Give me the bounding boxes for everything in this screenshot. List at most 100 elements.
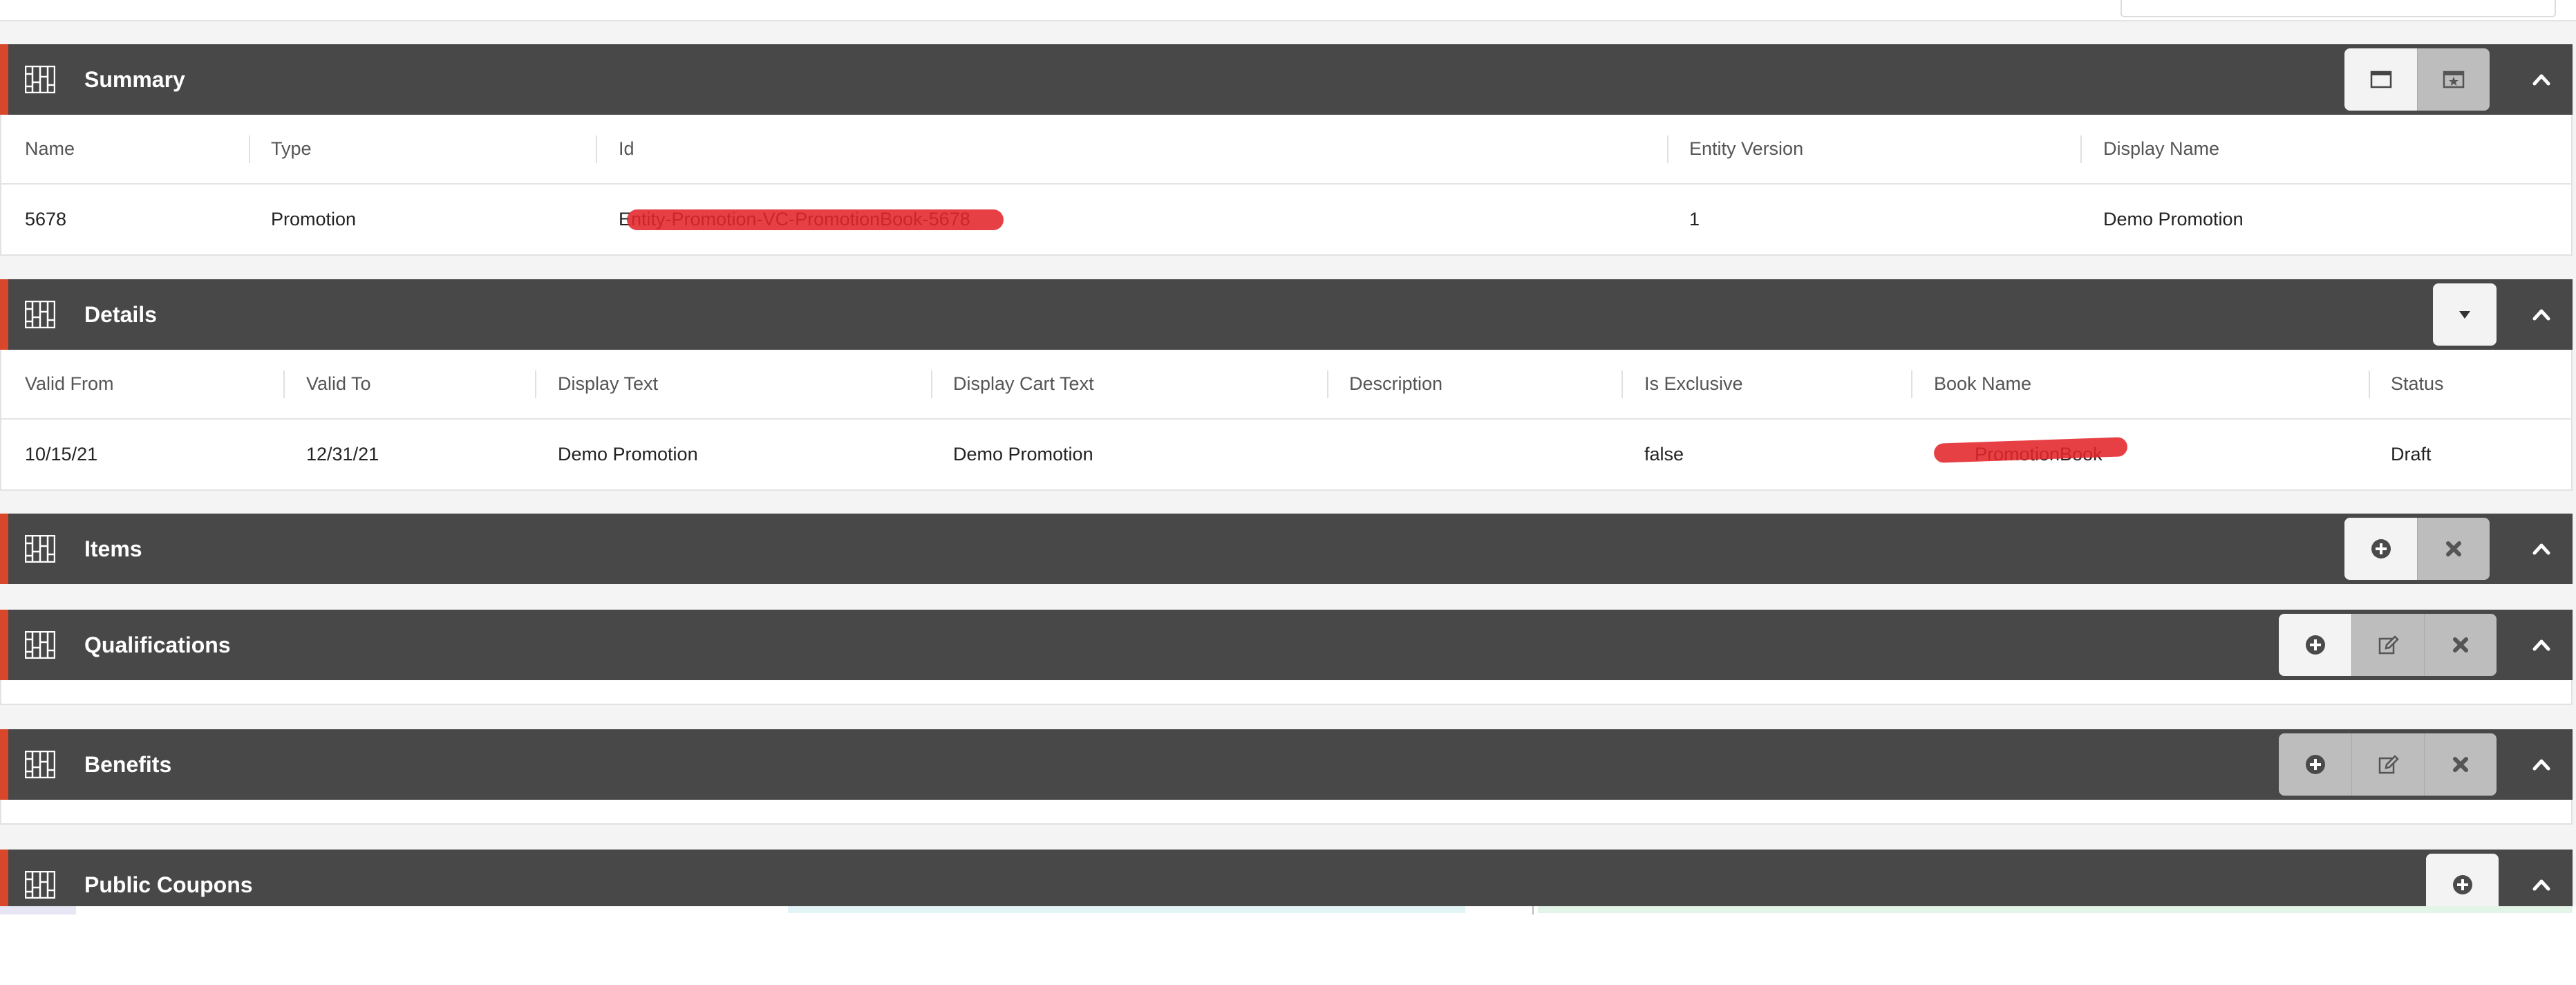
column-divider[interactable] xyxy=(1621,370,1623,398)
panel-title: Benefits xyxy=(84,752,172,777)
cell-type: Promotion xyxy=(271,209,357,229)
chevron-up-icon xyxy=(2531,538,2552,559)
cell-display-name: Demo Promotion xyxy=(2103,209,2244,229)
column-divider[interactable] xyxy=(931,370,932,398)
collapse-button[interactable] xyxy=(2524,62,2559,97)
details-panel: Details Valid From Valid To Display Text… xyxy=(0,279,2573,491)
column-header[interactable]: Display Text xyxy=(558,350,658,418)
add-button[interactable] xyxy=(2344,518,2417,580)
column-header[interactable]: Book Name xyxy=(1934,350,2031,418)
table-row[interactable]: 10/15/21 12/31/21 Demo Promotion Demo Pr… xyxy=(1,420,2571,489)
column-divider[interactable] xyxy=(535,370,536,398)
column-divider[interactable] xyxy=(283,370,285,398)
top-toolbar xyxy=(0,0,2576,21)
benefits-header: Benefits xyxy=(0,729,2573,800)
collapse-button[interactable] xyxy=(2524,532,2559,566)
column-header[interactable]: Name xyxy=(25,115,75,183)
column-header[interactable]: Entity Version xyxy=(1689,115,1803,183)
collapse-button[interactable] xyxy=(2524,867,2559,902)
details-header: Details xyxy=(0,279,2573,350)
plus-circle-icon xyxy=(2304,633,2327,657)
column-header[interactable]: Type xyxy=(271,115,312,183)
column-header[interactable]: Valid To xyxy=(306,350,371,418)
edit-button[interactable] xyxy=(2351,614,2424,676)
panel-title: Summary xyxy=(84,67,185,92)
benefits-body xyxy=(0,800,2573,825)
cell-display-cart-text: Demo Promotion xyxy=(953,444,1093,465)
plus-circle-icon xyxy=(2304,753,2327,776)
details-table: Valid From Valid To Display Text Display… xyxy=(0,350,2573,491)
summary-header: Summary xyxy=(0,44,2573,115)
qualifications-actions xyxy=(2279,614,2497,676)
column-divider[interactable] xyxy=(2369,370,2370,398)
column-header[interactable]: Display Cart Text xyxy=(953,350,1094,418)
table-header-row: Name Type Id Entity Version Display Name xyxy=(1,115,2571,185)
cell-entity-version: 1 xyxy=(1689,209,1700,229)
column-divider[interactable] xyxy=(1667,135,1668,163)
grid-icon xyxy=(25,535,55,563)
favorite-button[interactable] xyxy=(2417,48,2490,111)
chevron-up-icon xyxy=(2531,754,2552,775)
toolbar-dropdown[interactable] xyxy=(2121,0,2556,17)
cell-is-exclusive: false xyxy=(1644,444,1684,465)
collapse-button[interactable] xyxy=(2524,747,2559,782)
edit-icon xyxy=(2376,633,2400,657)
items-header: Items xyxy=(0,514,2573,584)
summary-actions xyxy=(2344,48,2490,111)
panel-title: Qualifications xyxy=(84,632,231,657)
delete-button[interactable] xyxy=(2424,733,2497,796)
cell-name: 5678 xyxy=(25,209,67,229)
chevron-up-icon xyxy=(2531,304,2552,325)
column-header[interactable]: Valid From xyxy=(25,350,114,418)
maximize-button[interactable] xyxy=(2344,48,2417,111)
column-divider[interactable] xyxy=(1327,370,1328,398)
column-divider[interactable] xyxy=(596,135,597,163)
cell-valid-to: 12/31/21 xyxy=(306,444,379,465)
dropdown-button[interactable] xyxy=(2433,283,2497,346)
collapse-button[interactable] xyxy=(2524,297,2559,332)
table-header-row: Valid From Valid To Display Text Display… xyxy=(1,350,2571,420)
items-panel: Items xyxy=(0,514,2573,584)
grid-icon xyxy=(25,751,55,778)
qualifications-body xyxy=(0,680,2573,705)
window-icon xyxy=(2369,68,2393,91)
bottom-bar xyxy=(0,906,2576,985)
column-divider[interactable] xyxy=(2080,135,2082,163)
redaction-mark xyxy=(627,209,1004,230)
plus-circle-icon xyxy=(2451,873,2474,897)
cell-valid-from: 10/15/21 xyxy=(25,444,98,465)
details-actions xyxy=(2433,283,2497,346)
bottom-segment xyxy=(0,906,76,914)
public-coupons-header: Public Coupons xyxy=(0,850,2573,906)
column-header[interactable]: Description xyxy=(1349,350,1442,418)
add-button[interactable] xyxy=(2426,854,2499,906)
bottom-divider xyxy=(1532,906,1534,914)
column-divider[interactable] xyxy=(249,135,250,163)
column-header[interactable]: Is Exclusive xyxy=(1644,350,1743,418)
x-icon xyxy=(2449,753,2472,776)
cell-display-text: Demo Promotion xyxy=(558,444,698,465)
bottom-segment xyxy=(788,906,1465,913)
qualifications-panel: Qualifications xyxy=(0,610,2573,705)
delete-button[interactable] xyxy=(2417,518,2490,580)
column-divider[interactable] xyxy=(1911,370,1912,398)
x-icon xyxy=(2442,537,2465,561)
public-coupons-panel: Public Coupons xyxy=(0,850,2573,906)
x-icon xyxy=(2449,633,2472,657)
add-button[interactable] xyxy=(2279,614,2351,676)
collapse-button[interactable] xyxy=(2524,628,2559,662)
grid-icon xyxy=(25,631,55,659)
column-header[interactable]: Status xyxy=(2391,350,2444,418)
column-header[interactable]: Id xyxy=(619,115,634,183)
edit-button[interactable] xyxy=(2351,733,2424,796)
table-row[interactable]: 5678 Promotion Entity-Promotion-VC-Promo… xyxy=(1,185,2571,254)
summary-panel: Summary Name Type Id Entity Version Disp… xyxy=(0,44,2573,256)
add-button[interactable] xyxy=(2279,733,2351,796)
delete-button[interactable] xyxy=(2424,614,2497,676)
column-header[interactable]: Display Name xyxy=(2103,115,2219,183)
public-coupons-actions xyxy=(2426,854,2499,906)
grid-icon xyxy=(25,871,55,899)
calendar-star-icon xyxy=(2442,68,2465,91)
grid-icon xyxy=(25,66,55,93)
items-actions xyxy=(2344,518,2490,580)
